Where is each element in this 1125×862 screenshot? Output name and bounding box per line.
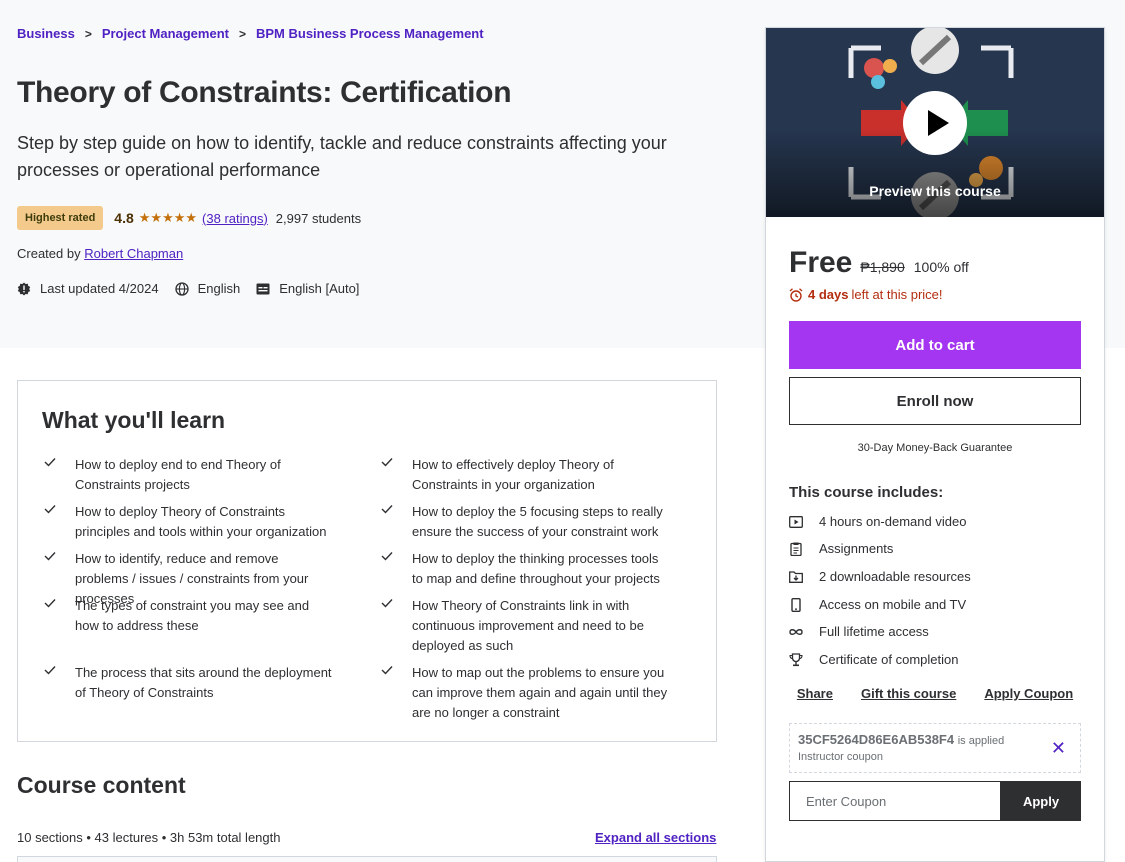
alarm-clock-icon (789, 287, 803, 302)
list-item: How to deploy the 5 focusing steps to re… (379, 502, 669, 542)
infinity-icon (789, 628, 803, 635)
check-icon (44, 505, 56, 514)
course-subtitle: Step by step guide on how to identify, t… (17, 133, 667, 180)
expand-all-sections-button[interactable]: Expand all sections (595, 830, 716, 845)
rating-value: 4.8 (114, 210, 134, 226)
breadcrumb-business[interactable]: Business (17, 26, 75, 41)
coupon-applied-text: is applied (957, 735, 1005, 747)
what-youll-learn: What you'll learn How to deploy end to e… (17, 380, 717, 742)
star-rating-icon: ★★★★★ (138, 210, 198, 225)
share-button[interactable]: Share (797, 686, 833, 701)
page-title: Theory of Constraints: Certification (17, 76, 512, 109)
course-preview-video[interactable]: Preview this course (766, 28, 1104, 217)
rating-row: Highest rated 4.8 ★★★★★ (38 ratings) 2,9… (17, 206, 361, 230)
applied-coupon: 35CF5264D86E6AB538F4 is applied Instruct… (789, 723, 1081, 773)
original-price: ₱1,890 (860, 259, 905, 275)
check-icon (44, 458, 56, 467)
course-sections-list (17, 856, 717, 862)
days-left-count: 4 days (808, 287, 849, 302)
list-item: 4 hours on-demand video (789, 514, 966, 529)
students-count: 2,997 students (275, 210, 362, 226)
ratings-link[interactable]: (38 ratings) (202, 211, 268, 226)
coupon-type: Instructor coupon (798, 751, 883, 763)
discount-percent: 100% off (913, 259, 969, 275)
language-text: English (197, 281, 241, 296)
download-folder-icon (789, 570, 803, 583)
video-icon (789, 515, 803, 528)
apply-coupon-button[interactable]: Apply (1001, 781, 1081, 821)
breadcrumb: Business > Project Management > BPM Busi… (17, 26, 484, 41)
check-icon (44, 599, 56, 608)
play-button[interactable] (903, 91, 967, 155)
list-item: How to deploy end to end Theory of Const… (42, 455, 332, 495)
add-to-cart-button[interactable]: Add to cart (789, 321, 1081, 369)
coupon-code: 35CF5264D86E6AB538F4 (798, 732, 955, 747)
purchase-sidebar: Preview this course Free ₱1,890 100% off… (765, 27, 1105, 862)
mobile-icon (791, 597, 801, 612)
coupon-input[interactable] (789, 781, 1001, 821)
check-icon (381, 552, 393, 561)
list-item: Access on mobile and TV (789, 597, 966, 612)
check-icon (44, 666, 56, 675)
preview-label: Preview this course (869, 183, 1001, 199)
breadcrumb-bpm[interactable]: BPM Business Process Management (256, 26, 484, 41)
instructor-link[interactable]: Robert Chapman (84, 246, 183, 261)
money-back-guarantee: 30-Day Money-Back Guarantee (857, 442, 1013, 454)
gift-course-button[interactable]: Gift this course (861, 686, 956, 701)
created-by: Created by Robert Chapman (17, 246, 183, 261)
course-content-title: Course content (17, 772, 186, 798)
check-icon (381, 599, 393, 608)
trophy-icon (789, 652, 803, 666)
list-item: 2 downloadable resources (789, 569, 971, 584)
learn-title: What you'll learn (42, 407, 226, 433)
check-icon (44, 552, 56, 561)
list-item: Full lifetime access (789, 624, 929, 639)
course-content-meta: 10 sections • 43 lectures • 3h 53m total… (17, 830, 281, 845)
includes-title: This course includes: (789, 484, 944, 501)
remove-coupon-icon[interactable]: ✕ (1051, 738, 1066, 759)
course-actions: Share Gift this course Apply Coupon (766, 686, 1104, 701)
coupon-code-line: 35CF5264D86E6AB538F4 is applied (798, 732, 1072, 747)
check-icon (381, 666, 393, 675)
check-icon (381, 505, 393, 514)
enroll-now-button[interactable]: Enroll now (789, 377, 1081, 425)
course-meta: Last updated 4/2024 English English [Aut… (17, 281, 375, 296)
chevron-right-icon: > (238, 26, 246, 41)
check-icon (381, 458, 393, 467)
list-item: The types of constraint you may see and … (42, 596, 332, 636)
list-item: How to deploy Theory of Constraints prin… (42, 502, 332, 542)
chevron-right-icon: > (84, 26, 92, 41)
alert-badge-icon (17, 282, 31, 295)
breadcrumb-project-management[interactable]: Project Management (102, 26, 229, 41)
current-price: Free (789, 246, 853, 279)
globe-icon (174, 281, 189, 296)
list-item: Certificate of completion (789, 652, 958, 667)
urgency-timer: 4 days left at this price! (789, 287, 943, 302)
assignment-icon (790, 542, 802, 556)
captions-text: English [Auto] (279, 281, 360, 296)
highest-rated-badge: Highest rated (17, 206, 104, 230)
language: English (174, 281, 241, 296)
price-row: Free ₱1,890 100% off (789, 246, 969, 280)
created-by-label: Created by (17, 246, 81, 261)
play-icon (928, 110, 949, 136)
captions: English [Auto] (256, 281, 359, 296)
days-left-text: left at this price! (851, 287, 943, 302)
coupon-form: Apply (789, 781, 1081, 821)
list-item: Assignments (789, 541, 893, 556)
last-updated-text: Last updated 4/2024 (40, 281, 159, 296)
list-item: The process that sits around the deploym… (42, 663, 332, 703)
list-item: How to map out the problems to ensure yo… (379, 663, 669, 723)
closed-captions-icon (256, 283, 270, 294)
list-item: How to deploy the thinking processes too… (379, 549, 669, 589)
list-item: How to effectively deploy Theory of Cons… (379, 455, 669, 495)
last-updated: Last updated 4/2024 (17, 281, 159, 296)
list-item: How Theory of Constraints link in with c… (379, 596, 669, 656)
apply-coupon-link[interactable]: Apply Coupon (984, 686, 1073, 701)
